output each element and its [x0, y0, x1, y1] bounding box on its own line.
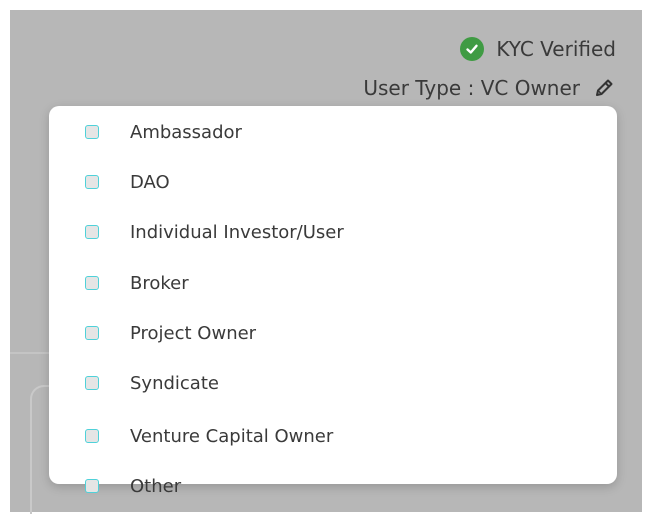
option-label: Ambassador	[130, 121, 242, 143]
user-type-dropdown: Ambassador DAO Individual Investor/User …	[49, 106, 617, 497]
option-other[interactable]: Other	[85, 469, 181, 503]
option-project-owner[interactable]: Project Owner	[85, 316, 256, 350]
checkbox[interactable]	[85, 175, 99, 189]
option-ambassador[interactable]: Ambassador	[85, 115, 242, 149]
kyc-status-label: KYC Verified	[496, 37, 616, 61]
checkbox[interactable]	[85, 326, 99, 340]
pencil-icon[interactable]	[592, 76, 616, 100]
option-venture-capital-owner[interactable]: Venture Capital Owner	[85, 419, 333, 453]
kyc-status: KYC Verified	[460, 37, 616, 61]
check-circle-icon	[460, 37, 485, 61]
option-label: Broker	[130, 272, 189, 294]
option-label: DAO	[130, 171, 170, 193]
option-dao[interactable]: DAO	[85, 165, 170, 199]
checkbox[interactable]	[85, 125, 99, 139]
divider	[10, 352, 50, 354]
option-individual-investor[interactable]: Individual Investor/User	[85, 215, 344, 249]
option-broker[interactable]: Broker	[85, 266, 189, 300]
user-type: User Type : VC Owner	[363, 76, 616, 100]
checkbox[interactable]	[85, 479, 99, 493]
option-label: Syndicate	[130, 372, 219, 394]
checkbox[interactable]	[85, 276, 99, 290]
user-type-label: User Type : VC Owner	[363, 76, 580, 100]
checkbox[interactable]	[85, 429, 99, 443]
option-label: Individual Investor/User	[130, 221, 344, 243]
option-label: Venture Capital Owner	[130, 425, 334, 447]
checkbox[interactable]	[85, 376, 99, 390]
option-syndicate[interactable]: Syndicate	[85, 366, 219, 400]
option-label: Other	[130, 475, 182, 497]
option-label: Project Owner	[130, 322, 257, 344]
checkbox[interactable]	[85, 225, 99, 239]
